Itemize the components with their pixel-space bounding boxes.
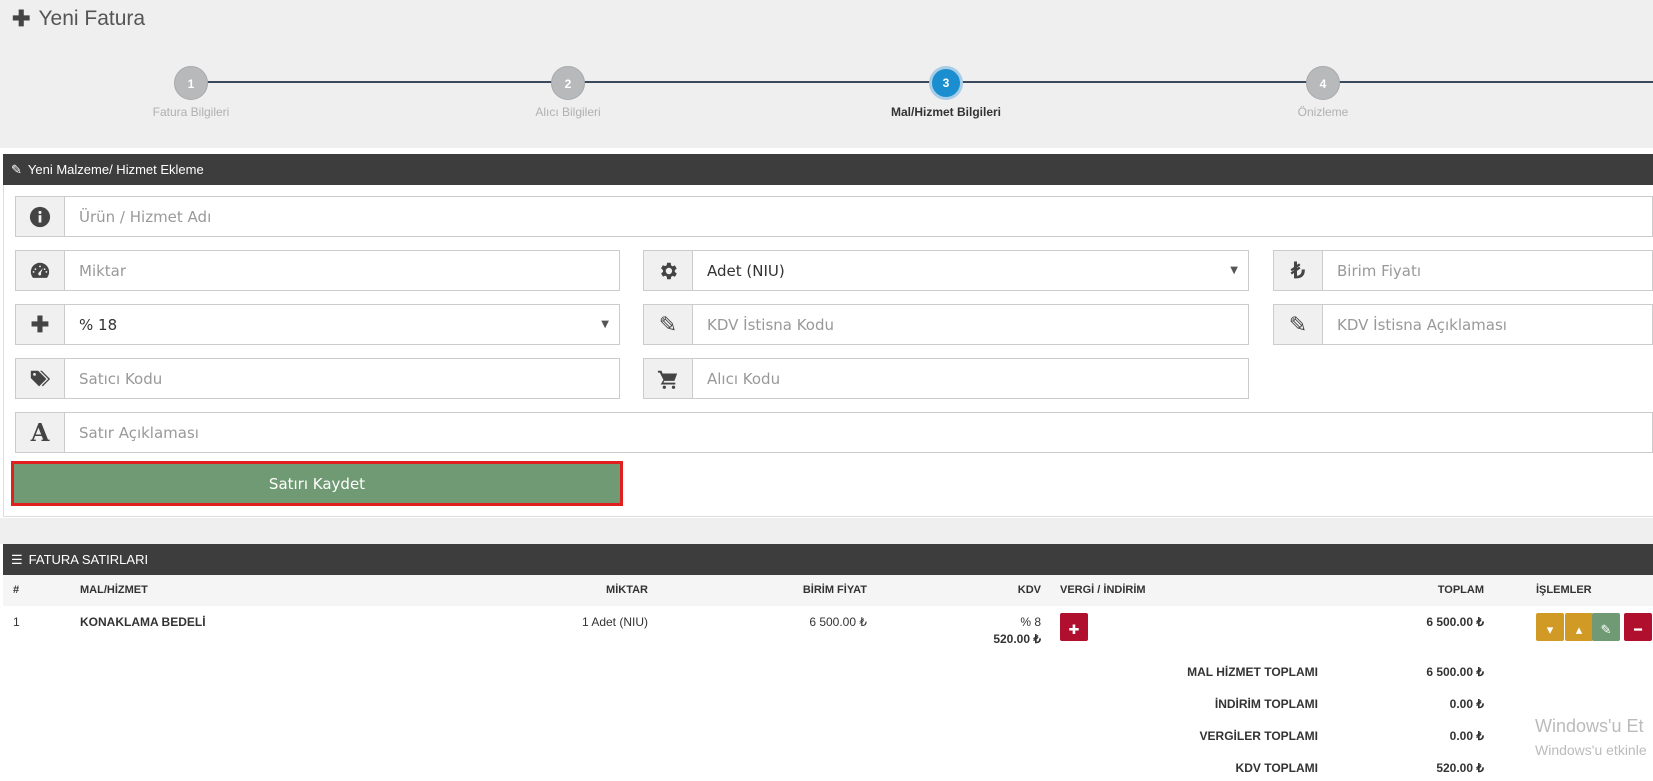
unit-select-value: Adet (NIU) [707,261,785,280]
wizard-step-1[interactable]: 1 Fatura Bilgileri [91,66,291,119]
vat-rate-select[interactable]: % 18 ▼ [65,305,619,344]
col-qty: MİKTAR [606,584,648,596]
activation-watermark-title: Windows'u Et [1535,716,1644,736]
unit-price-input[interactable]: Birim Fiyatı [1323,251,1652,290]
chevron-down-icon: ▼ [1230,265,1238,276]
total-label: VERGİLER TOPLAMI [1199,729,1318,743]
quantity-group: Miktar [15,250,620,291]
col-actions: İŞLEMLER [1536,584,1592,596]
step-label: Mal/Hizmet Bilgileri [890,105,1002,119]
edit-icon: ✎ [1600,622,1612,637]
table-header: # MAL/HİZMET MİKTAR BİRİM FİYAT KDV VERG… [3,575,1653,606]
form-panel-title: Yeni Malzeme/ Hizmet Ekleme [27,162,204,177]
seller-code-input[interactable]: Satıcı Kodu [65,359,619,398]
save-line-button[interactable]: Satırı Kaydet [12,462,622,505]
edit-row-button[interactable]: ✎ [1592,613,1620,641]
step-number: 4 [1306,66,1340,100]
add-tax-button[interactable]: ✚ [1060,613,1088,641]
line-desc-group: A Satır Açıklaması [15,412,1653,453]
move-down-button[interactable]: ▾ [1536,613,1564,641]
row-qty: 1 Adet (NIU) [581,615,648,629]
font-icon: A [16,413,65,452]
vat-exemption-code-input[interactable]: KDV İstisna Kodu [693,305,1248,344]
unit-price-group: ₺ Birim Fiyatı [1273,250,1653,291]
vat-exemption-code-group: ✎ KDV İstisna Kodu [643,304,1249,345]
total-value: 6 500.00 ₺ [1426,665,1484,679]
section-divider [0,518,1653,544]
edit-icon: ✎ [1274,305,1323,344]
total-label: MAL HİZMET TOPLAMI [1187,665,1318,679]
row-num: 1 [13,615,20,629]
caret-down-icon: ▾ [1546,622,1554,637]
plus-icon: ✚ [12,6,31,31]
row-vat-amount: 520.00 ₺ [993,632,1041,646]
caret-up-icon: ▴ [1575,622,1583,637]
row-item: KONAKLAMA BEDELİ [80,615,206,629]
product-name-group: Ürün / Hizmet Adı [15,196,1653,237]
col-item: MAL/HİZMET [80,584,148,596]
row-vat-rate: % 8 [1020,615,1041,629]
vat-rate-group: ✚ % 18 ▼ [15,304,620,345]
wizard-step-3[interactable]: 3 Mal/Hizmet Bilgileri [846,66,1046,119]
total-row: MAL HİZMET TOPLAMI 6 500.00 ₺ [3,656,1653,688]
step-label: Fatura Bilgileri [152,105,230,119]
page-title-text: Yeni Fatura [38,7,146,30]
step-number: 2 [551,66,585,100]
total-value: 0.00 ₺ [1449,697,1484,711]
lines-panel-header: ☰ FATURA SATIRLARI [3,544,1653,575]
activation-watermark-subtitle: Windows'u etkinle [1535,742,1647,758]
cart-icon [644,359,693,398]
row-unit-price: 6 500.00 ₺ [809,615,867,629]
info-icon [16,197,65,236]
col-tax-discount: VERGİ / İNDİRİM [1060,584,1146,596]
product-name-input[interactable]: Ürün / Hizmet Adı [65,197,1652,236]
minus-icon: ━ [1634,622,1642,637]
seller-code-group: Satıcı Kodu [15,358,620,399]
unit-select[interactable]: Adet (NIU) ▼ [693,251,1248,290]
vat-exemption-desc-group: ✎ KDV İstisna Açıklaması [1273,304,1653,345]
list-icon: ☰ [11,551,23,567]
row-total: 6 500.00 ₺ [1426,615,1484,629]
step-label: Önizleme [1297,105,1349,119]
total-row: KDV TOPLAMI 520.00 ₺ [3,752,1653,781]
buyer-code-group: Alıcı Kodu [643,358,1249,399]
form-panel-header: ✎ Yeni Malzeme/ Hizmet Ekleme [3,154,1653,185]
col-vat: KDV [1017,584,1041,596]
wizard-step-2[interactable]: 2 Alıcı Bilgileri [468,66,668,119]
unit-group: Adet (NIU) ▼ [643,250,1249,291]
col-total: TOPLAM [1437,584,1484,596]
buyer-code-input[interactable]: Alıcı Kodu [693,359,1248,398]
step-label: Alıcı Bilgileri [535,105,601,119]
line-desc-input[interactable]: Satır Açıklaması [65,413,1652,452]
table-row: 1 KONAKLAMA BEDELİ 1 Adet (NIU) 6 500.00… [3,606,1653,656]
gear-icon [644,251,693,290]
chevron-down-icon: ▼ [601,319,609,330]
total-label: İNDİRİM TOPLAMI [1214,697,1318,711]
vat-rate-value: % 18 [79,315,118,334]
total-label: KDV TOPLAMI [1235,761,1318,775]
step-number: 1 [174,66,208,100]
move-up-button[interactable]: ▴ [1565,613,1593,641]
edit-icon: ✎ [644,305,693,344]
quantity-input[interactable]: Miktar [65,251,619,290]
total-value: 0.00 ₺ [1449,729,1484,743]
dashboard-icon [16,251,65,290]
total-row: VERGİLER TOPLAMI 0.00 ₺ [3,720,1653,752]
plus-icon: ✚ [16,305,65,344]
lira-icon: ₺ [1274,251,1323,290]
delete-row-button[interactable]: ━ [1624,613,1652,641]
edit-icon: ✎ [11,161,22,177]
wizard-step-4[interactable]: 4 Önizleme [1223,66,1423,119]
tags-icon [16,359,65,398]
total-value: 520.00 ₺ [1436,761,1484,775]
page-title: ✚ Yeni Fatura [12,6,145,32]
step-number: 3 [929,66,963,100]
total-row: İNDİRİM TOPLAMI 0.00 ₺ [3,688,1653,720]
col-unit-price: BİRİM FİYAT [802,584,867,596]
vat-exemption-desc-input[interactable]: KDV İstisna Açıklaması [1323,305,1652,344]
lines-panel-title: FATURA SATIRLARI [28,552,149,567]
plus-icon: ✚ [1068,622,1080,637]
col-num: # [13,584,20,596]
